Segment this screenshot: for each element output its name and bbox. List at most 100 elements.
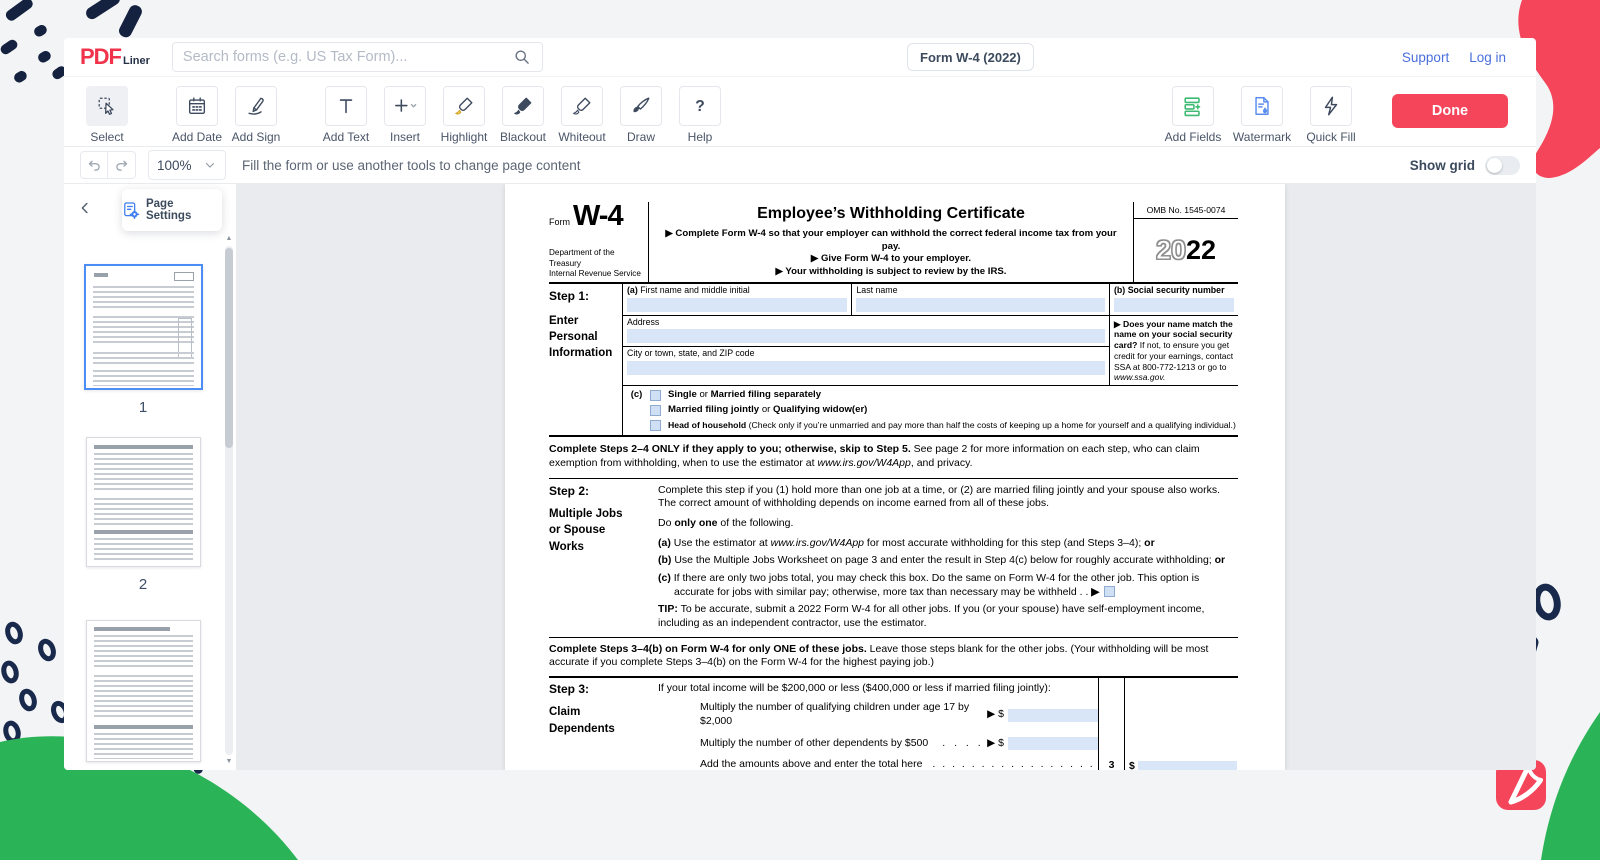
head-of-household-checkbox[interactable] xyxy=(650,420,661,431)
married-jointly-checkbox[interactable] xyxy=(650,405,661,416)
top-bar: PDF Liner Form W-4 (2022) Support Log in xyxy=(64,38,1536,76)
help-tool-button[interactable]: ? Help xyxy=(677,86,723,144)
steps-2-4-note: Complete Steps 2–4 ONLY if they apply to… xyxy=(549,437,1238,479)
ssn-field[interactable] xyxy=(1114,298,1234,312)
undo-button[interactable] xyxy=(80,151,108,179)
tool-label: Quick Fill xyxy=(1306,130,1355,144)
step3-label: Step 3: xyxy=(549,682,658,698)
tool-label: Whiteout xyxy=(558,130,605,144)
ssa-note: ▶ Does your name match the name on your … xyxy=(1110,316,1238,385)
step1-section: Step 1: Enter Personal Information (a) xyxy=(549,284,1238,437)
form-bullet-3: ▶ Your withholding is subject to review … xyxy=(655,266,1127,279)
page-number-2: 2 xyxy=(139,576,147,593)
insert-plus-icon xyxy=(392,95,418,117)
page-number-1: 1 xyxy=(139,399,147,416)
tool-label: Watermark xyxy=(1233,130,1291,144)
steps-3-4b-note: Complete Steps 3–4(b) on Form W-4 for on… xyxy=(549,638,1238,678)
add-date-tool-button[interactable]: Add Date xyxy=(174,86,220,144)
step2-paragraph-1: Complete this step if you (1) hold more … xyxy=(658,484,1238,511)
step3-total-amount-field[interactable] xyxy=(1138,761,1237,770)
form-header: Form W-4 Department of the Treasury Inte… xyxy=(549,202,1238,284)
page-thumbnail-3[interactable] xyxy=(86,620,201,762)
document-canvas: Form W-4 Department of the Treasury Inte… xyxy=(236,184,1536,770)
page-thumbnail-2[interactable] xyxy=(86,437,201,567)
tool-label: Highlight xyxy=(441,130,488,144)
zoom-level-value: 100% xyxy=(157,158,192,173)
step3-line-number: 3 xyxy=(1098,678,1124,770)
toolbar-hint-text: Fill the form or use another tools to ch… xyxy=(242,158,580,173)
tool-label: Select xyxy=(90,130,123,144)
step2-section: Step 2: Multiple Jobs or Spouse Works Co… xyxy=(549,479,1238,638)
dept-line2: Internal Revenue Service xyxy=(549,269,644,279)
address-label: Address xyxy=(627,317,1105,328)
redo-button[interactable] xyxy=(108,151,136,179)
page-thumbnails-list: 1 2 xyxy=(64,184,222,770)
step3-intro: If your total income will be $200,000 or… xyxy=(658,682,1098,696)
tool-label: Add Date xyxy=(172,130,222,144)
omb-number: OMB No. 1545-0074 xyxy=(1134,202,1238,219)
help-icon: ? xyxy=(689,95,711,117)
single-checkbox[interactable] xyxy=(650,390,661,401)
login-link[interactable]: Log in xyxy=(1469,50,1506,65)
step3-total-row: Add the amounts above and enter the tota… xyxy=(658,758,1098,770)
watermark-tool-button[interactable]: Watermark xyxy=(1239,86,1285,144)
logo-pdf-text: PDF xyxy=(80,44,121,70)
form-word: Form xyxy=(549,217,570,229)
scroll-down-arrow-icon[interactable]: ▼ xyxy=(225,757,233,767)
show-grid-toggle[interactable] xyxy=(1485,156,1520,175)
pages-sidebar: Page Settings 1 xyxy=(64,184,236,770)
whiteout-brush-icon xyxy=(571,95,593,117)
select-icon xyxy=(96,95,118,117)
blackout-tool-button[interactable]: Blackout xyxy=(500,86,546,144)
step3-section: Step 3: Claim Dependents If your total i… xyxy=(549,678,1238,770)
draw-brush-icon xyxy=(630,95,652,117)
redo-icon xyxy=(113,157,130,174)
step2-tip: TIP: To be accurate, submit a 2022 Form … xyxy=(658,603,1238,630)
search-icon[interactable] xyxy=(512,47,532,67)
tool-label: Add Sign xyxy=(232,130,281,144)
scrollbar-thumb[interactable] xyxy=(225,248,233,448)
c-tag: (c) xyxy=(623,389,650,431)
green-wedge-bottom-right xyxy=(1541,712,1600,860)
done-button[interactable]: Done xyxy=(1392,94,1508,128)
form-title: Employee’s Withholding Certificate xyxy=(655,204,1127,225)
sidebar-scrollbar[interactable]: ▲ ▼ xyxy=(225,234,233,767)
first-name-field[interactable] xyxy=(627,298,847,312)
tool-label: Blackout xyxy=(500,130,546,144)
select-tool-button[interactable]: Select xyxy=(84,86,130,144)
add-sign-tool-button[interactable]: Add Sign xyxy=(233,86,279,144)
qualifying-children-amount-field[interactable] xyxy=(1008,709,1098,722)
zoom-level-select[interactable]: 100% xyxy=(148,150,226,180)
scroll-up-arrow-icon[interactable]: ▲ xyxy=(225,234,233,244)
show-grid-label: Show grid xyxy=(1410,158,1475,173)
city-field[interactable] xyxy=(627,361,1105,375)
insert-tool-button[interactable]: Insert xyxy=(382,86,428,144)
last-name-field[interactable] xyxy=(856,298,1105,312)
support-link[interactable]: Support xyxy=(1402,50,1449,65)
step2-option-b: (b) Use the Multiple Jobs Worksheet on p… xyxy=(658,554,1238,568)
dept-line1: Department of the Treasury xyxy=(549,248,644,269)
other-dependents-amount-field[interactable] xyxy=(1008,737,1098,750)
quick-fill-tool-button[interactable]: Quick Fill xyxy=(1308,86,1354,144)
search-input[interactable] xyxy=(183,49,512,65)
tool-label: Help xyxy=(688,130,713,144)
step2-paragraph-2: Do only one of the following. xyxy=(658,517,1238,531)
add-text-tool-button[interactable]: Add Text xyxy=(323,86,369,144)
watermark-icon xyxy=(1251,95,1273,117)
page-thumbnail-1[interactable] xyxy=(84,264,203,390)
step2-option-c: (c) If there are only two jobs total, yo… xyxy=(658,572,1238,599)
text-icon xyxy=(335,95,357,117)
ssa-gov-link: www.ssa.gov. xyxy=(1114,372,1165,382)
city-label: City or town, state, and ZIP code xyxy=(627,348,1105,359)
filing-status-row-single: Single or Married filing separately xyxy=(650,389,1238,401)
pdfliner-logo[interactable]: PDF Liner xyxy=(80,44,150,70)
address-field[interactable] xyxy=(627,329,1105,343)
editor-content: Page Settings 1 xyxy=(64,184,1536,770)
search-box[interactable] xyxy=(172,42,543,72)
highlight-tool-button[interactable]: Highlight xyxy=(441,86,487,144)
two-jobs-checkbox[interactable] xyxy=(1104,586,1115,597)
add-fields-tool-button[interactable]: Add Fields xyxy=(1170,86,1216,144)
draw-tool-button[interactable]: Draw xyxy=(618,86,664,144)
pdfliner-app-window: PDF Liner Form W-4 (2022) Support Log in xyxy=(64,38,1536,770)
whiteout-tool-button[interactable]: Whiteout xyxy=(559,86,605,144)
